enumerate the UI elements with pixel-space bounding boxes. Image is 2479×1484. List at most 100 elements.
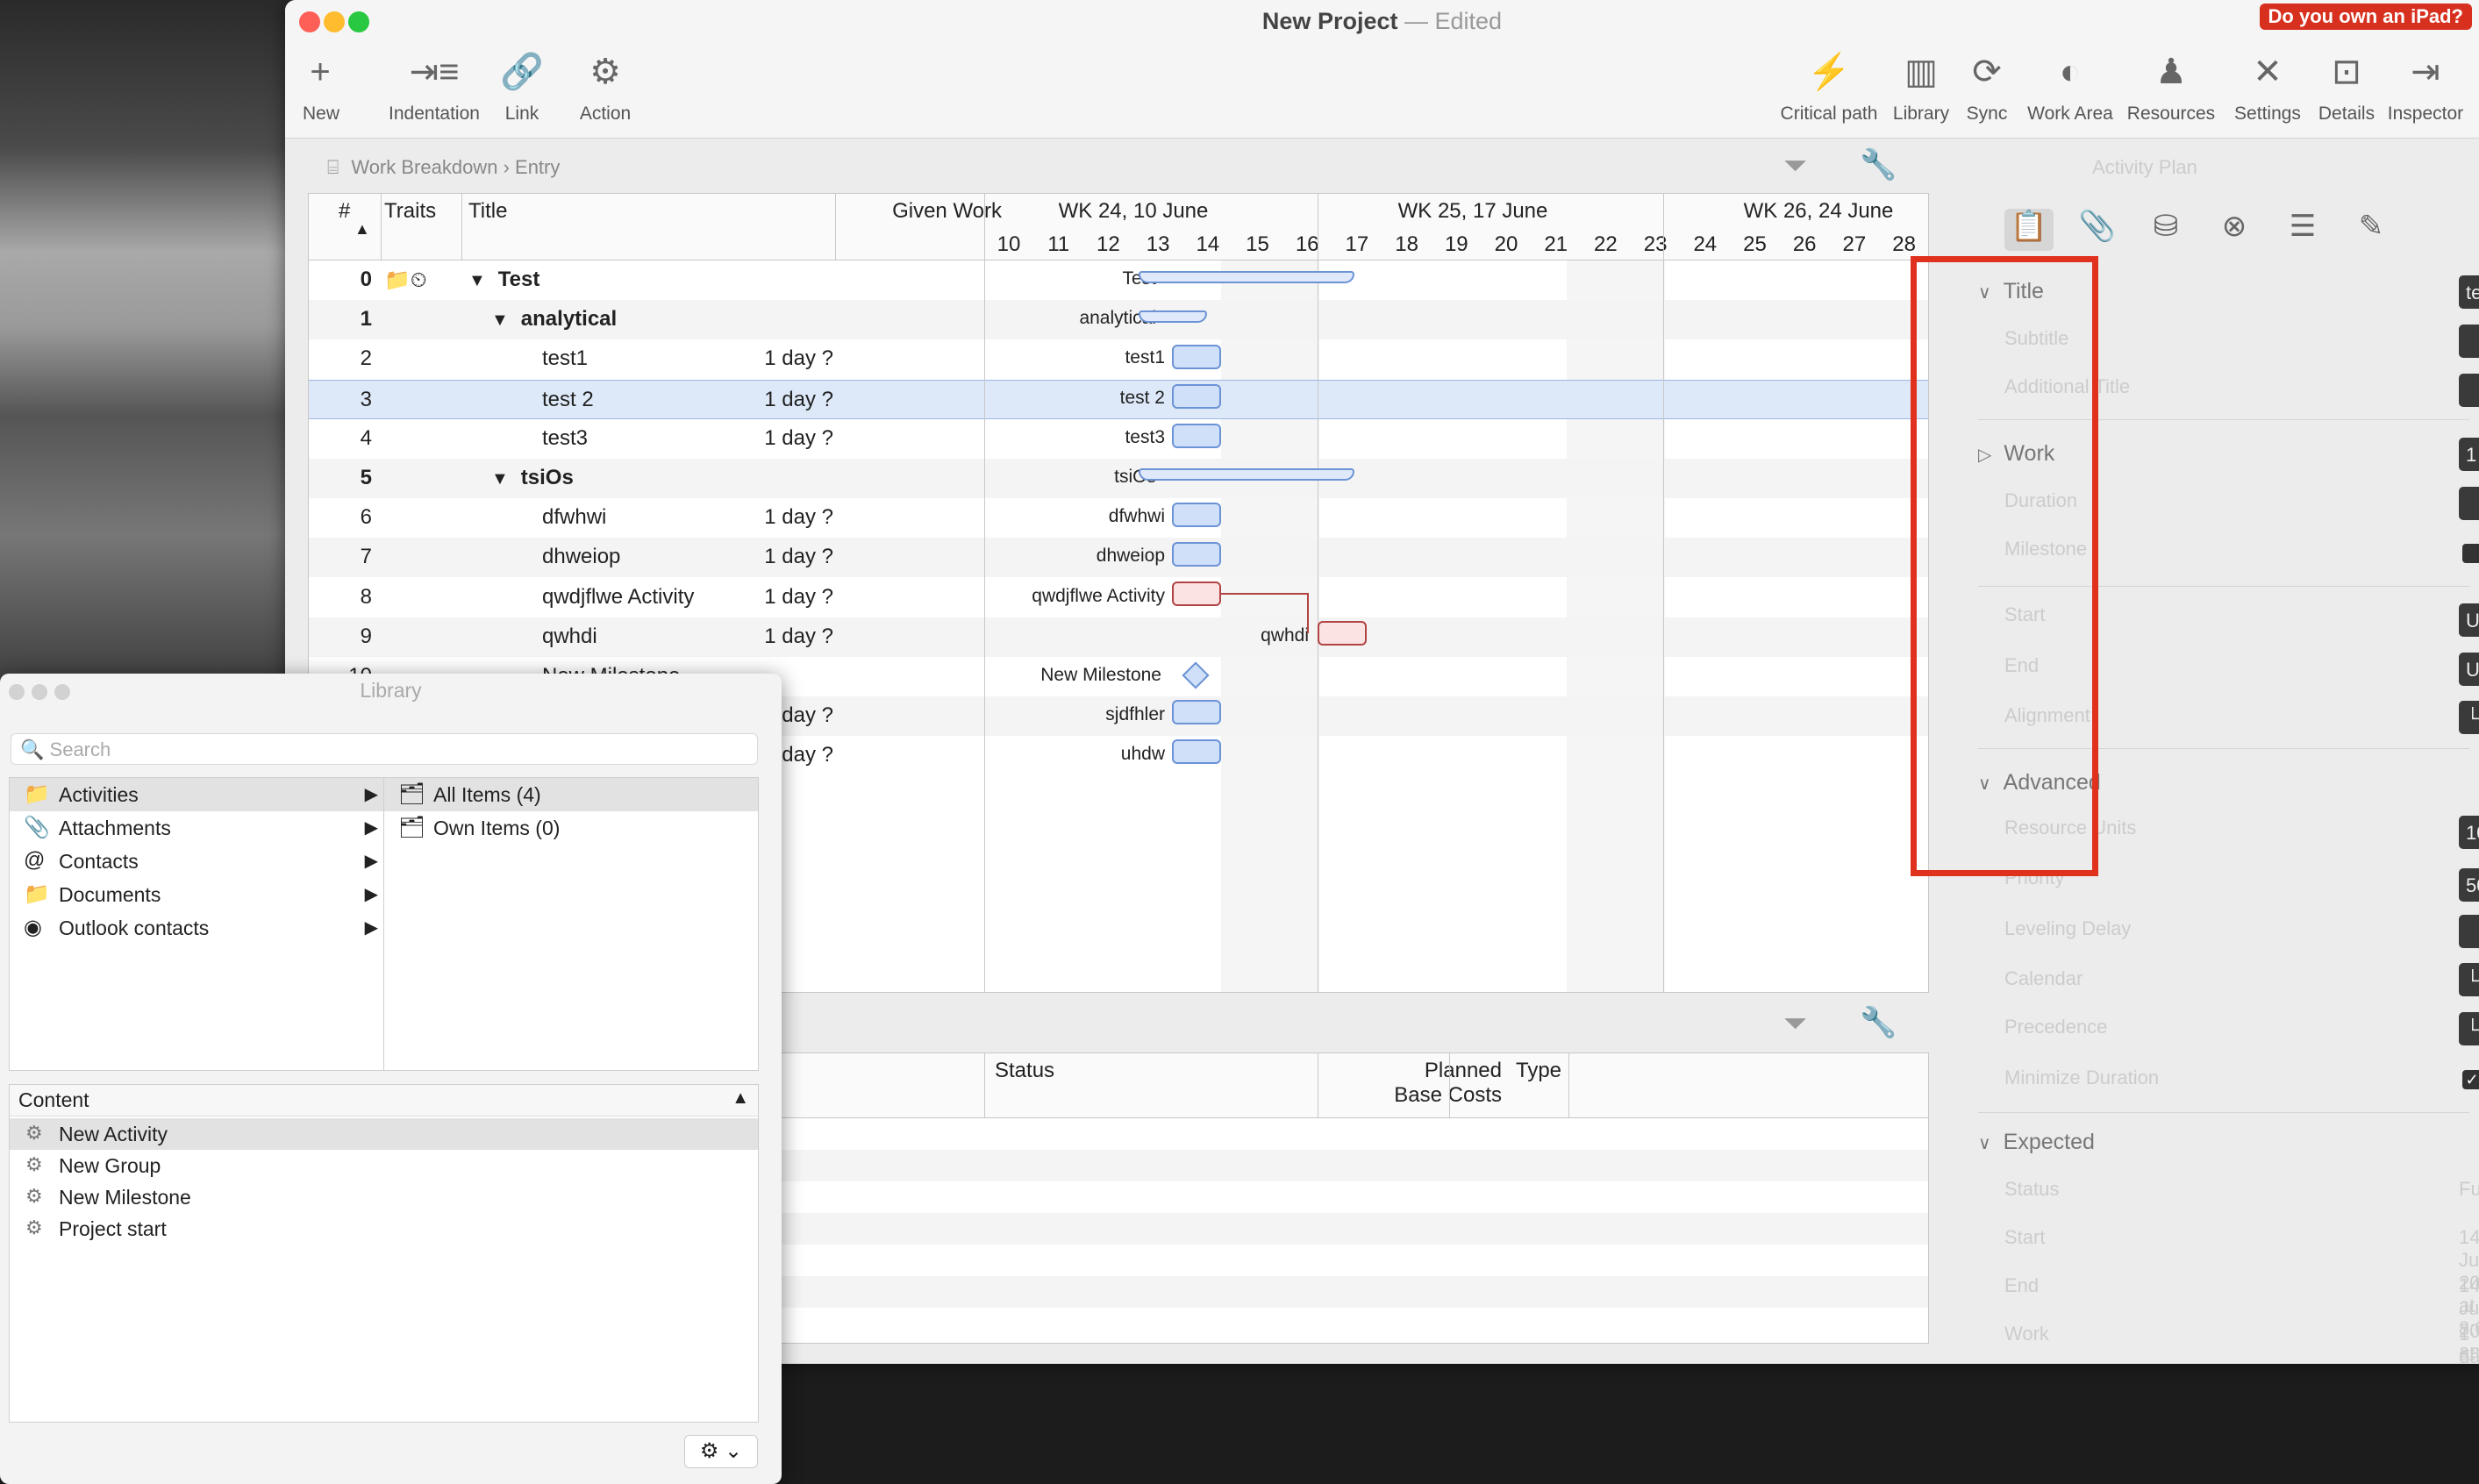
wrench-icon[interactable]: 🔧 [1860,147,1897,182]
content-item[interactable]: ⚙ New Milestone [10,1181,758,1213]
content-header[interactable]: Content ▲ [10,1085,758,1117]
minimize-duration-checkbox[interactable]: ✓ [2462,1070,2479,1089]
toolbar-settings-button[interactable]: ✕ Settings [2228,51,2307,125]
content-item[interactable]: ⚙ New Group [10,1150,758,1181]
activity-bar[interactable] [1172,424,1221,448]
start-constraint-select[interactable]: Unrestricted [2459,603,2479,637]
alignment-select[interactable]: └ASAP [2459,701,2479,734]
ipad-banner[interactable]: Do you own an iPad? [2259,4,2472,30]
given-work-value[interactable]: 1 day ? [658,624,833,649]
activity-bar[interactable] [1172,739,1221,764]
priority-field[interactable]: 500 [2459,868,2479,902]
resource-units-field[interactable]: 100% [2459,816,2479,849]
category-item[interactable]: @ Contacts ▶ [10,845,383,878]
toolbar-action-button[interactable]: ⚙ Action [575,51,636,125]
title-field[interactable]: test 2 [2459,275,2479,309]
subtitle-field[interactable] [2459,325,2479,358]
indent-icon: ⇥≡ [409,53,460,91]
category-item[interactable]: ◉ Outlook contacts ▶ [10,911,383,945]
row-title[interactable]: dfwhwi [542,505,606,530]
row-title[interactable]: ▼ analytical [491,307,617,332]
given-work-value[interactable]: 1 day ? [658,426,833,451]
table-row[interactable]: 9 qwhdi 1 day ? [309,617,1928,657]
list-item[interactable]: 🗂 Own Items (0) [384,811,758,845]
toolbar-indentation-button[interactable]: ⇥≡ Indentation [373,51,496,125]
tab-activity-icon[interactable]: 📋 [2004,209,2054,251]
critical-activity-bar[interactable] [1318,621,1367,646]
toolbar-resources-button[interactable]: ♟ Resources [2123,51,2219,125]
milestone-checkbox[interactable] [2462,544,2479,563]
tab-notes-icon[interactable]: ✎ [2347,209,2396,251]
tab-attachment-icon[interactable]: 📎 [2073,209,2122,251]
toolbar-work-area-button[interactable]: ◐ Work Area [2022,51,2118,125]
leveling-delay-field[interactable] [2459,915,2479,948]
given-work-value[interactable]: 1 day ? [658,585,833,610]
paperclip-icon: 📎 [24,816,50,839]
col-status[interactable]: Status [995,1059,1054,1083]
row-title[interactable]: ▼ Test [468,268,539,292]
library-gear-button[interactable]: ⚙ ⌄ [684,1435,758,1468]
day-label: 23 [1643,232,1668,256]
disclosure-triangle-icon[interactable]: ▼ [491,310,509,330]
library-search-input[interactable]: 🔍 Search [11,733,758,765]
gantt-bar-label: dhweiop [1096,546,1165,567]
calendar-select[interactable]: └Standard [2459,963,2479,996]
category-item[interactable]: 📎 Attachments ▶ [10,811,383,845]
row-title[interactable]: test 2 [542,388,594,412]
activity-bar[interactable] [1172,542,1221,567]
group-bar[interactable] [1139,271,1354,283]
toolbar-link-button[interactable]: 🔗 Link [491,51,553,125]
col-title[interactable]: Title [468,199,507,224]
row-title[interactable]: ▼ tsiOs [491,466,574,490]
col-traits[interactable]: Traits [384,199,436,224]
toolbar-details-button[interactable]: ⊡ Details [2311,51,2382,125]
precedence-select[interactable]: └Prefer assignments c... [2459,1012,2479,1045]
filter-icon[interactable]: ⏷ [1783,149,1807,183]
category-item[interactable]: 📁 Activities ▶ [10,778,383,811]
activity-bar[interactable] [1172,503,1221,527]
activity-bar[interactable] [1172,384,1221,409]
col-planned-base-costs[interactable]: Planned Base Costs [1326,1059,1502,1108]
toolbar-library-button[interactable]: ▥ Library [1890,51,1952,125]
tab-schedule-icon[interactable]: ⊗ [2210,209,2259,251]
category-item[interactable]: 📁 Documents ▶ [10,878,383,911]
tab-resources-icon[interactable]: ⛁ [2141,209,2190,251]
day-label: 26 [1792,232,1817,256]
duration-field[interactable] [2459,487,2479,520]
critical-activity-bar[interactable] [1172,581,1221,606]
toolbar-inspector-button[interactable]: ⇥ Inspector [2382,51,2469,125]
row-title[interactable]: test3 [542,426,588,451]
given-work-value[interactable]: 1 day ? [658,388,833,412]
work-field[interactable]: 1 day ? [2459,438,2479,471]
row-title[interactable]: dhweiop [542,545,620,569]
col-num[interactable]: # [339,199,350,224]
wrench-icon[interactable]: 🔧 [1860,1005,1897,1040]
row-title[interactable]: qwhdi [542,624,597,649]
chevron-right-icon: ▶ [364,785,378,804]
given-work-value[interactable]: 1 day ? [658,545,833,569]
disclosure-triangle-icon[interactable]: ▼ [491,469,509,489]
group-bar[interactable] [1139,310,1207,323]
row-title[interactable]: test1 [542,346,588,371]
col-type[interactable]: Type [1516,1059,1561,1083]
given-work-value[interactable]: 1 day ? [658,346,833,371]
activity-bar[interactable] [1172,700,1221,724]
group-bar[interactable] [1139,468,1354,481]
section-expected[interactable]: ∨ Expected [1978,1130,2095,1155]
tab-list-icon[interactable]: ☰ [2278,209,2327,251]
toolbar-sync-button[interactable]: ⟳ Sync [1961,51,2013,125]
content-item[interactable]: ⚙ Project start [10,1213,758,1245]
content-item[interactable]: ⚙ New Activity [10,1118,758,1150]
list-item[interactable]: 🗂 All Items (4) [384,778,758,811]
toolbar-new-button[interactable]: + New [303,51,339,125]
toolbar-critical-path-button[interactable]: ⚡ Critical path [1776,51,1882,125]
filter-icon[interactable]: ⏷ [1783,1007,1807,1041]
breadcrumb-leaf[interactable]: Entry [515,156,560,178]
end-constraint-select[interactable]: Unrestricted [2459,653,2479,686]
activity-bar[interactable] [1172,345,1221,369]
given-work-value[interactable]: 1 day ? [658,505,833,530]
breadcrumb-root[interactable]: Work Breakdown [351,156,497,178]
disclosure-triangle-icon[interactable]: ▼ [468,271,486,290]
day-label: 24 [1693,232,1718,256]
additional-title-field[interactable] [2459,374,2479,407]
